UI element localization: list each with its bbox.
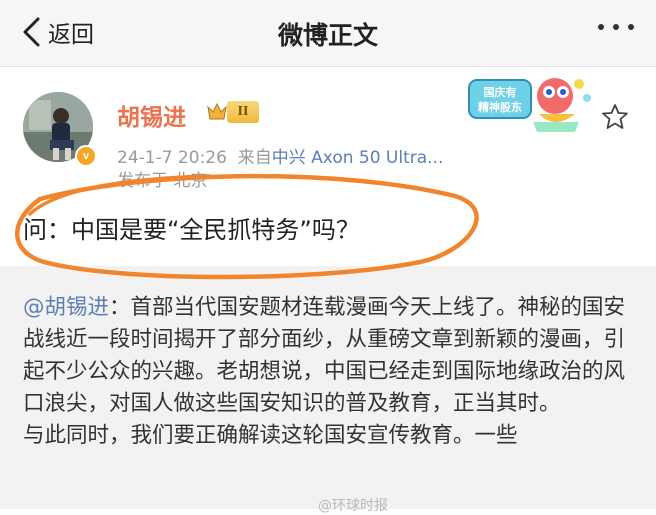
star-icon[interactable] (600, 102, 630, 132)
nav-bar: 返回 微博正文 (0, 0, 656, 67)
watermark: @环球时报 (318, 498, 388, 514)
device-link[interactable]: 中兴 Axon 50 Ultra... (272, 148, 444, 168)
more-dots-icon[interactable] (598, 24, 634, 30)
mention-link[interactable]: @胡锡进 (23, 295, 109, 320)
page-title: 微博正文 (277, 21, 378, 50)
repost-paragraph-2: 与此同时，我们要正确解读这轮国安宣传教育。一些 (23, 423, 518, 448)
post-location: 发布于 北京 (117, 171, 208, 191)
crown-icon (207, 102, 227, 120)
level-badge: II (227, 101, 259, 123)
festival-badge-icon: 国庆有 精神股东 (468, 78, 591, 132)
festival-badge-label-1: 国庆有 (484, 85, 517, 99)
repost-line-1: ：首部当代国安题材连载漫画今天上线了。神秘的国安战线近一段时间揭开了部分面纱，从… (23, 295, 626, 416)
author-name[interactable]: 胡锡进 (117, 98, 186, 132)
repost-text: @胡锡进：首部当代国安题材连载漫画今天上线了。神秘的国安战线近一段时间揭开了部分… (23, 292, 635, 452)
verified-badge-icon: v (75, 145, 97, 167)
source-prefix: 来自 (237, 148, 272, 168)
repost-paragraph-1: @胡锡进：首部当代国安题材连载漫画今天上线了。神秘的国安战线近一段时间揭开了部分… (23, 292, 635, 420)
post-meta: 24-1-7 20:26 来自中兴 Axon 50 Ultra... (117, 143, 443, 168)
post-date: 24-1-7 20:26 (117, 148, 227, 168)
repost-block[interactable]: @胡锡进：首部当代国安题材连载漫画今天上线了。神秘的国安战线近一段时间揭开了部分… (0, 266, 656, 509)
festival-badge-label-2: 精神股东 (478, 100, 522, 114)
post-text: 问：中国是要“全民抓特务”吗？ (23, 216, 360, 244)
